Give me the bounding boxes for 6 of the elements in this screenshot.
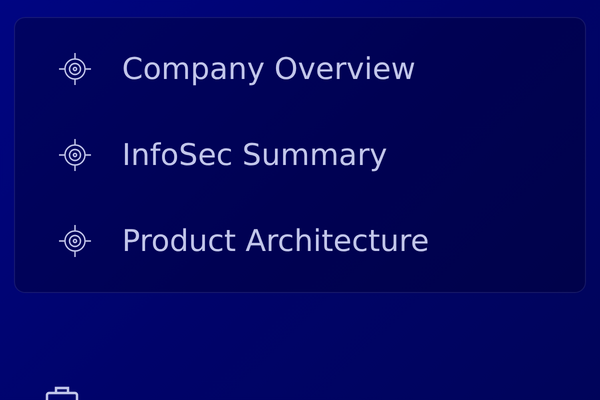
target-icon <box>58 138 92 172</box>
target-icon <box>58 52 92 86</box>
document-link[interactable]: Product Architecture <box>15 198 585 284</box>
target-icon <box>58 224 92 258</box>
document-link[interactable]: Company Overview <box>15 26 585 112</box>
document-link[interactable]: InfoSec Summary <box>15 112 585 198</box>
